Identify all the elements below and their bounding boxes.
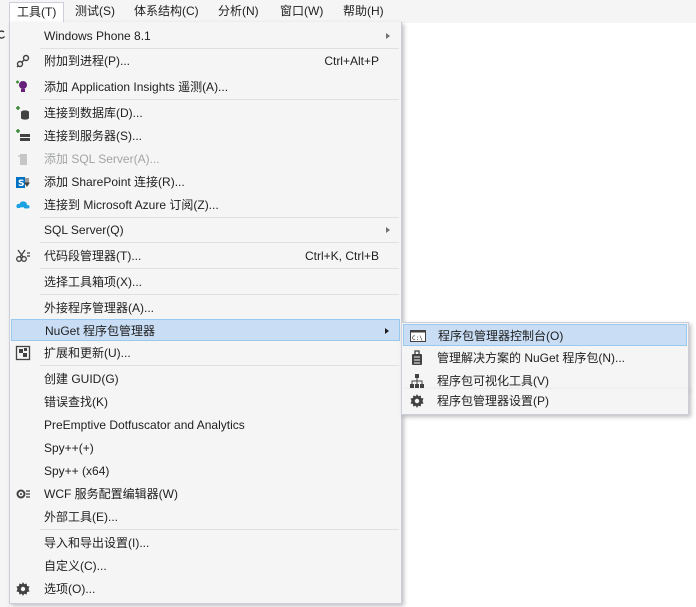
menu-item-label: 选择工具箱项(X)... [44,275,142,289]
add-sql-server-icon [18,154,27,165]
menu-item-label: 管理解决方案的 NuGet 程序包(N)... [437,351,626,365]
menu-item-windows-phone[interactable]: Windows Phone 8.1 [11,25,400,47]
menu-item-manage-nuget-packages[interactable]: 管理解决方案的 NuGet 程序包(N)... [403,347,687,369]
menu-item-add-sql-server[interactable]: 添加 SQL Server(A)... [11,148,400,170]
menu-test[interactable]: 测试(S) [68,2,122,21]
menu-item-label: 代码段管理器(T)... [44,249,142,263]
menu-item-azure[interactable]: 连接到 Microsoft Azure 订阅(Z)... [11,194,400,216]
menu-item-label: NuGet 程序包管理器 [45,324,156,338]
menu-item-label: 选项(O)... [44,582,96,596]
menu-item-sql-server[interactable]: SQL Server(Q) [11,219,400,241]
menu-item-create-guid[interactable]: 创建 GUID(G) [11,368,400,390]
sharepoint-icon: S [16,177,30,189]
menu-item-label: 错误查找(K) [44,395,108,409]
menu-item-label: Spy++ (x64) [44,464,110,478]
menu-bar: 工具(T) 测试(S) 体系结构(C) 分析(N) 窗口(W) 帮助(H) [0,0,696,24]
menu-item-dotfuscator[interactable]: PreEmptive Dotfuscator and Analytics [11,414,400,436]
menu-item-sharepoint[interactable]: S 添加 SharePoint 连接(R)... [11,171,400,193]
connect-server-icon [16,129,30,141]
menu-architecture[interactable]: 体系结构(C) [127,2,206,21]
menu-item-label: 外接程序管理器(A)... [44,301,154,315]
menu-item-options[interactable]: 选项(O)... [11,578,400,600]
app-insights-icon [16,80,27,92]
menu-item-label: 外部工具(E)... [44,510,118,524]
attach-process-icon [16,54,30,68]
nuget-submenu: C:\ 程序包管理器控制台(O) 管理解决方案的 NuGet 程序包(N)...… [401,322,689,390]
svg-text:C:\: C:\ [412,335,423,342]
separator [40,242,399,243]
menu-window[interactable]: 窗口(W) [273,2,330,21]
separator [40,365,399,366]
menu-item-error-lookup[interactable]: 错误查找(K) [11,391,400,413]
menu-item-connect-database[interactable]: 连接到数据库(D)... [11,102,400,124]
separator [40,99,399,100]
separator [40,217,399,218]
menu-item-label: 导入和导出设置(I)... [44,536,150,550]
svg-text:S: S [18,179,24,189]
menu-help[interactable]: 帮助(H) [336,2,391,21]
menu-item-package-manager-console[interactable]: C:\ 程序包管理器控制台(O) [403,324,687,346]
menu-item-nuget-package-manager[interactable]: NuGet 程序包管理器 [11,319,400,341]
menu-item-connect-server[interactable]: 连接到服务器(S)... [11,125,400,147]
gear-icon [16,582,30,596]
menu-tools[interactable]: 工具(T) [9,2,65,24]
menu-item-label: 扩展和更新(U)... [44,346,131,360]
nuget-submenu-bottom: 程序包管理器设置(P) [401,389,689,415]
nuget-package-icon [412,350,422,365]
menu-item-package-manager-settings[interactable]: 程序包管理器设置(P) [403,390,687,412]
separator [40,48,399,49]
shortcut-text: Ctrl+K, Ctrl+B [304,249,379,263]
menu-item-customize[interactable]: 自定义(C)... [11,555,400,577]
menu-item-label: 自定义(C)... [44,559,107,573]
menu-item-label: 连接到 Microsoft Azure 订阅(Z)... [44,198,219,212]
submenu-arrow-icon [386,33,390,39]
separator [40,268,399,269]
menu-item-spy-x64[interactable]: Spy++ (x64) [11,460,400,482]
wcf-config-icon [16,489,30,499]
menu-item-label: 添加 Application Insights 遥测(A)... [44,80,229,94]
menu-item-code-snippets[interactable]: 代码段管理器(T)... Ctrl+K, Ctrl+B [11,245,400,267]
menu-analyze[interactable]: 分析(N) [211,2,266,21]
menu-item-label: 创建 GUID(G) [44,372,119,386]
menu-item-addin-manager[interactable]: 外接程序管理器(A)... [11,297,400,319]
menu-item-import-export-settings[interactable]: 导入和导出设置(I)... [11,532,400,554]
separator [40,294,399,295]
menu-item-label: 连接到服务器(S)... [44,129,142,143]
menu-item-choose-toolbox-items[interactable]: 选择工具箱项(X)... [11,271,400,293]
console-icon: C:\ [410,330,426,342]
menu-item-spy[interactable]: Spy++(+) [11,437,400,459]
azure-icon [16,201,30,209]
menu-item-attach-process[interactable]: 附加到进程(P)... Ctrl+Alt+P [11,50,400,72]
tools-menu: Windows Phone 8.1 附加到进程(P)... Ctrl+Alt+P… [9,22,402,604]
menu-item-extensions-updates[interactable]: 扩展和更新(U)... [11,342,400,364]
menu-item-label: 程序包管理器设置(P) [437,394,549,408]
submenu-arrow-icon [385,328,389,334]
gear-icon [410,394,424,408]
shortcut-text: Ctrl+Alt+P [324,54,379,68]
menu-item-wcf-config-editor[interactable]: WCF 服务配置编辑器(W) [11,483,400,505]
menu-item-label: 添加 SharePoint 连接(R)... [44,175,185,189]
package-visualizer-icon [410,374,424,388]
menu-item-label: Windows Phone 8.1 [44,29,151,43]
submenu-arrow-icon [386,227,390,233]
menu-item-label: 程序包管理器控制台(O) [438,329,564,343]
menu-item-label: PreEmptive Dotfuscator and Analytics [44,418,245,432]
menu-item-label: SQL Server(Q) [44,223,124,237]
menu-item-label: 连接到数据库(D)... [44,106,143,120]
menu-item-label: Spy++(+) [44,441,94,455]
connect-database-icon [16,106,29,120]
menu-item-external-tools[interactable]: 外部工具(E)... [11,506,400,528]
separator [40,529,399,530]
menu-item-label: WCF 服务配置编辑器(W) [44,487,178,501]
extensions-icon [15,345,31,361]
refresh-icon [0,30,6,39]
menu-item-label: 添加 SQL Server(A)... [44,152,160,166]
menu-item-app-insights[interactable]: 添加 Application Insights 遥测(A)... [11,76,400,98]
menu-item-label: 附加到进程(P)... [44,54,130,68]
code-snippet-icon [16,249,30,262]
